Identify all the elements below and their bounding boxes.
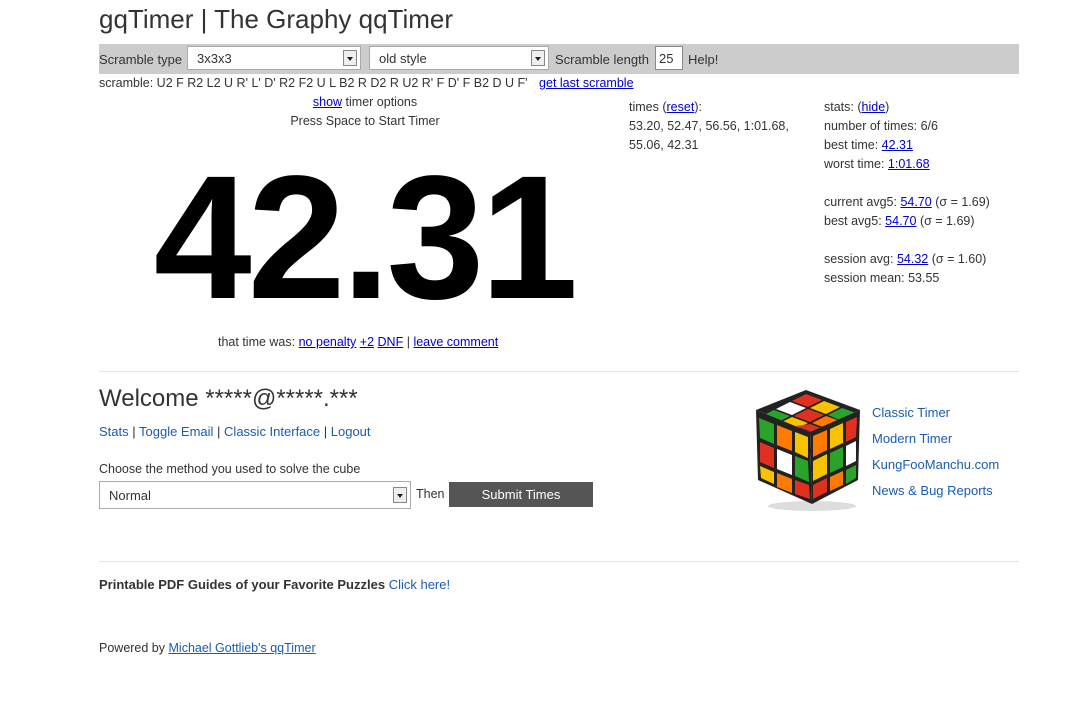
- scramble-moves: U2 F R2 L2 U R' L' D' R2 F2 U L B2 R D2 …: [156, 76, 528, 90]
- reset-link[interactable]: reset: [667, 100, 695, 114]
- separator: |: [406, 335, 410, 349]
- session-avg-label: session avg:: [824, 252, 894, 266]
- session-mean-value: 53.55: [908, 271, 940, 285]
- scramble-style-value: old style: [379, 51, 427, 66]
- help-link[interactable]: Help!: [688, 52, 718, 67]
- best-avg5-row: best avg5: 54.70 (σ = 1.69): [824, 212, 1024, 231]
- chevron-down-icon[interactable]: [531, 50, 545, 66]
- toggle-email-link[interactable]: Toggle Email: [139, 424, 213, 439]
- method-value: Normal: [109, 488, 151, 503]
- kungfoomanchu-link[interactable]: KungFooManchu.com: [872, 452, 999, 478]
- account-links: Stats | Toggle Email | Classic Interface…: [99, 424, 371, 439]
- stats-label: stats:: [824, 100, 854, 114]
- scramble-label: scramble:: [99, 76, 154, 90]
- qqtimer-link[interactable]: Michael Gottlieb's qqTimer: [169, 641, 316, 655]
- get-last-scramble-link[interactable]: get last scramble: [539, 76, 633, 90]
- no-penalty-link[interactable]: no penalty: [299, 335, 357, 349]
- rubiks-cube-icon: [756, 390, 860, 511]
- then-label: Then: [416, 487, 445, 501]
- scramble-style-select[interactable]: old style: [369, 46, 549, 70]
- session-mean-label: session mean:: [824, 271, 905, 285]
- show-options-link[interactable]: show: [313, 95, 342, 109]
- pdf-guides-text: Printable PDF Guides of your Favorite Pu…: [99, 577, 386, 592]
- best-time-link[interactable]: 42.31: [882, 138, 913, 152]
- pdf-click-here-link[interactable]: Click here!: [389, 577, 450, 592]
- news-bug-reports-link[interactable]: News & Bug Reports: [872, 478, 999, 504]
- number-of-times-label: number of times:: [824, 119, 918, 133]
- session-avg-link[interactable]: 54.32: [897, 252, 928, 266]
- timer-options-row: show timer options: [218, 95, 512, 109]
- powered-by-row: Powered by Michael Gottlieb's qqTimer: [99, 641, 316, 655]
- divider: [99, 561, 1019, 562]
- method-label: Choose the method you used to solve the …: [99, 462, 361, 476]
- side-links: Classic Timer Modern Timer KungFooManchu…: [872, 400, 999, 504]
- best-avg5-link[interactable]: 54.70: [885, 214, 916, 228]
- classic-interface-link[interactable]: Classic Interface: [224, 424, 320, 439]
- current-avg5-link[interactable]: 54.70: [900, 195, 931, 209]
- times-list-line1: 53.20, 52.47, 56.56, 1:01.68,: [629, 119, 789, 133]
- timer-options-text: timer options: [345, 95, 418, 109]
- session-avg-row: session avg: 54.32 (σ = 1.60): [824, 250, 1024, 269]
- stats-header: stats: (hide): [824, 100, 890, 114]
- number-of-times-row: number of times: 6/6: [824, 117, 1024, 136]
- scramble-type-select[interactable]: 3x3x3: [187, 46, 361, 70]
- stats-link[interactable]: Stats: [99, 424, 129, 439]
- hide-stats-link[interactable]: hide: [862, 100, 886, 114]
- current-avg5-row: current avg5: 54.70 (σ = 1.69): [824, 193, 1024, 212]
- modern-timer-link[interactable]: Modern Timer: [872, 426, 999, 452]
- powered-by-label: Powered by: [99, 641, 166, 655]
- pdf-guides-row: Printable PDF Guides of your Favorite Pu…: [99, 577, 450, 592]
- dnf-link[interactable]: DNF: [378, 335, 404, 349]
- scramble-type-label: Scramble type: [99, 52, 183, 67]
- scramble-row: scramble: U2 F R2 L2 U R' L' D' R2 F2 U …: [99, 76, 634, 90]
- that-time-label: that time was:: [218, 335, 296, 349]
- times-header: times (reset):: [629, 100, 702, 114]
- times-list-line2: 55.06, 42.31: [629, 138, 699, 152]
- chevron-down-icon[interactable]: [393, 487, 407, 503]
- worst-time-label: worst time:: [824, 157, 885, 171]
- times-panel: times (reset): 53.20, 52.47, 56.56, 1:01…: [629, 98, 809, 155]
- chevron-down-icon[interactable]: [343, 50, 357, 66]
- scramble-type-value: 3x3x3: [197, 51, 232, 66]
- method-select[interactable]: Normal: [99, 481, 411, 509]
- times-label: times: [629, 100, 659, 114]
- current-avg5-label: current avg5:: [824, 195, 897, 209]
- session-mean-row: session mean: 53.55: [824, 269, 1024, 288]
- stats-panel: stats: (hide) number of times: 6/6 best …: [824, 98, 1024, 288]
- timer-instruction: Press Space to Start Timer: [290, 114, 440, 128]
- session-avg-sigma: (σ = 1.60): [931, 252, 987, 266]
- submit-times-button[interactable]: Submit Times: [449, 482, 593, 507]
- options-toolbar: Scramble type 3x3x3 old style Scramble l…: [99, 44, 1019, 74]
- worst-time-row: worst time: 1:01.68: [824, 155, 1024, 174]
- worst-time-link[interactable]: 1:01.68: [888, 157, 930, 171]
- best-avg5-label: best avg5:: [824, 214, 882, 228]
- scramble-length-label: Scramble length: [555, 52, 649, 67]
- penalty-row: that time was: no penalty +2 DNF | leave…: [218, 335, 498, 349]
- plus2-link[interactable]: +2: [360, 335, 374, 349]
- divider: [99, 371, 1019, 372]
- timer-display[interactable]: 42.31: [99, 150, 629, 326]
- best-time-row: best time: 42.31: [824, 136, 1024, 155]
- current-avg5-sigma: (σ = 1.69): [935, 195, 990, 209]
- leave-comment-link[interactable]: leave comment: [413, 335, 498, 349]
- best-avg5-sigma: (σ = 1.69): [919, 214, 975, 228]
- page-title: gqTimer | The Graphy qqTimer: [99, 4, 454, 34]
- scramble-length-input[interactable]: 25: [655, 46, 683, 70]
- logout-link[interactable]: Logout: [331, 424, 371, 439]
- number-of-times-value: 6/6: [920, 119, 938, 133]
- welcome-heading: Welcome *****@*****.***: [99, 385, 358, 412]
- best-time-label: best time:: [824, 138, 879, 152]
- classic-timer-link[interactable]: Classic Timer: [872, 400, 999, 426]
